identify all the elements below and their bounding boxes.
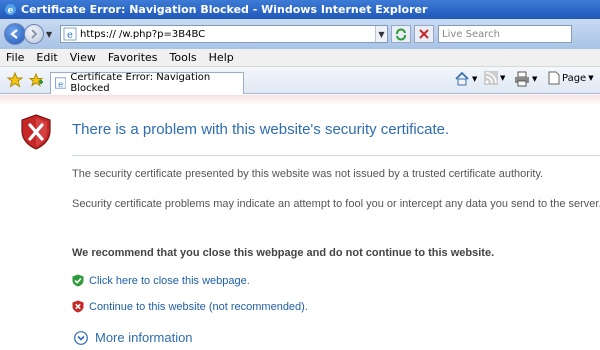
error-page: There is a problem with this website's s… [0,95,600,350]
svg-text:e: e [58,80,63,89]
close-page-link[interactable]: Click here to close this webpage. [89,275,250,287]
page-menu-button[interactable]: Page ▼ [548,71,594,85]
more-information-label: More information [95,330,193,345]
page-icon [548,71,560,85]
address-dropdown-button[interactable]: ▼ [375,26,387,42]
recommendation-text: We recommend that you close this webpage… [72,247,495,259]
refresh-button[interactable] [391,25,411,43]
print-button[interactable]: ▼ [514,71,537,87]
favorites-star-icon[interactable] [7,72,23,88]
page-menu-label: Page [562,72,587,84]
close-icon [419,29,429,39]
forward-button[interactable] [24,24,44,44]
tab-certificate-error[interactable]: e Certificate Error: Navigation Blocked [50,71,244,94]
red-shield-x-icon [72,300,84,313]
recent-pages-dropdown[interactable]: ▼ [46,30,56,39]
page-title: There is a problem with this website's s… [72,121,450,138]
feeds-button[interactable]: ▼ [484,71,505,85]
menu-bar: File Edit View Favorites Tools Help [0,49,600,67]
refresh-icon [396,28,406,41]
chevron-down-icon: ▼ [472,75,478,83]
svg-text:e: e [67,30,73,41]
arrow-right-icon [31,29,38,39]
menu-tools[interactable]: Tools [170,51,197,64]
ie-page-icon: e [63,27,77,41]
warning-text: Security certificate problems may indica… [72,198,600,210]
menu-help[interactable]: Help [209,51,234,64]
chevron-down-icon: ▼ [532,75,538,83]
chevron-down-icon: ▼ [500,74,506,82]
window-title: Certificate Error: Navigation Blocked - … [21,3,428,16]
title-bar: e Certificate Error: Navigation Blocked … [0,0,600,19]
chevron-down-circle-icon [74,330,88,345]
url-text: https:// /w.php?p=3B4BC [80,28,206,40]
svg-text:e: e [8,6,14,16]
chevron-down-icon: ▼ [588,74,594,82]
ie-page-icon: e [55,77,67,89]
search-placeholder: Live Search [442,28,500,40]
address-toolbar: ▼ e https:// /w.php?p=3B4BC ▼ Live Searc… [0,19,600,49]
tab-bar: e Certificate Error: Navigation Blocked … [0,67,600,94]
home-button[interactable]: ▼ [454,71,477,87]
green-shield-check-icon [72,274,84,287]
top-gradient [0,95,600,105]
more-information-toggle[interactable]: More information [74,330,193,345]
rss-icon [484,71,498,85]
ie-logo-icon: e [5,4,16,16]
menu-favorites[interactable]: Favorites [108,51,158,64]
printer-icon [515,71,529,87]
continue-option: Continue to this website (not recommende… [72,300,308,313]
menu-view[interactable]: View [70,51,96,64]
home-icon [455,71,469,86]
continue-link[interactable]: Continue to this website (not recommende… [89,301,308,313]
arrow-left-icon [10,29,18,39]
tab-title: Certificate Error: Navigation Blocked [70,72,211,94]
close-page-option: Click here to close this webpage. [72,274,250,287]
menu-file[interactable]: File [6,51,24,64]
shield-error-icon [21,114,51,150]
menu-edit[interactable]: Edit [36,51,57,64]
explanation-text: The security certificate presented by th… [72,168,544,180]
add-favorite-icon[interactable] [28,72,44,88]
divider [72,155,600,156]
address-field[interactable]: e https:// /w.php?p=3B4BC ▼ [60,25,388,43]
stop-button[interactable] [414,25,434,43]
back-button[interactable] [4,23,26,45]
search-input[interactable]: Live Search [438,25,572,43]
